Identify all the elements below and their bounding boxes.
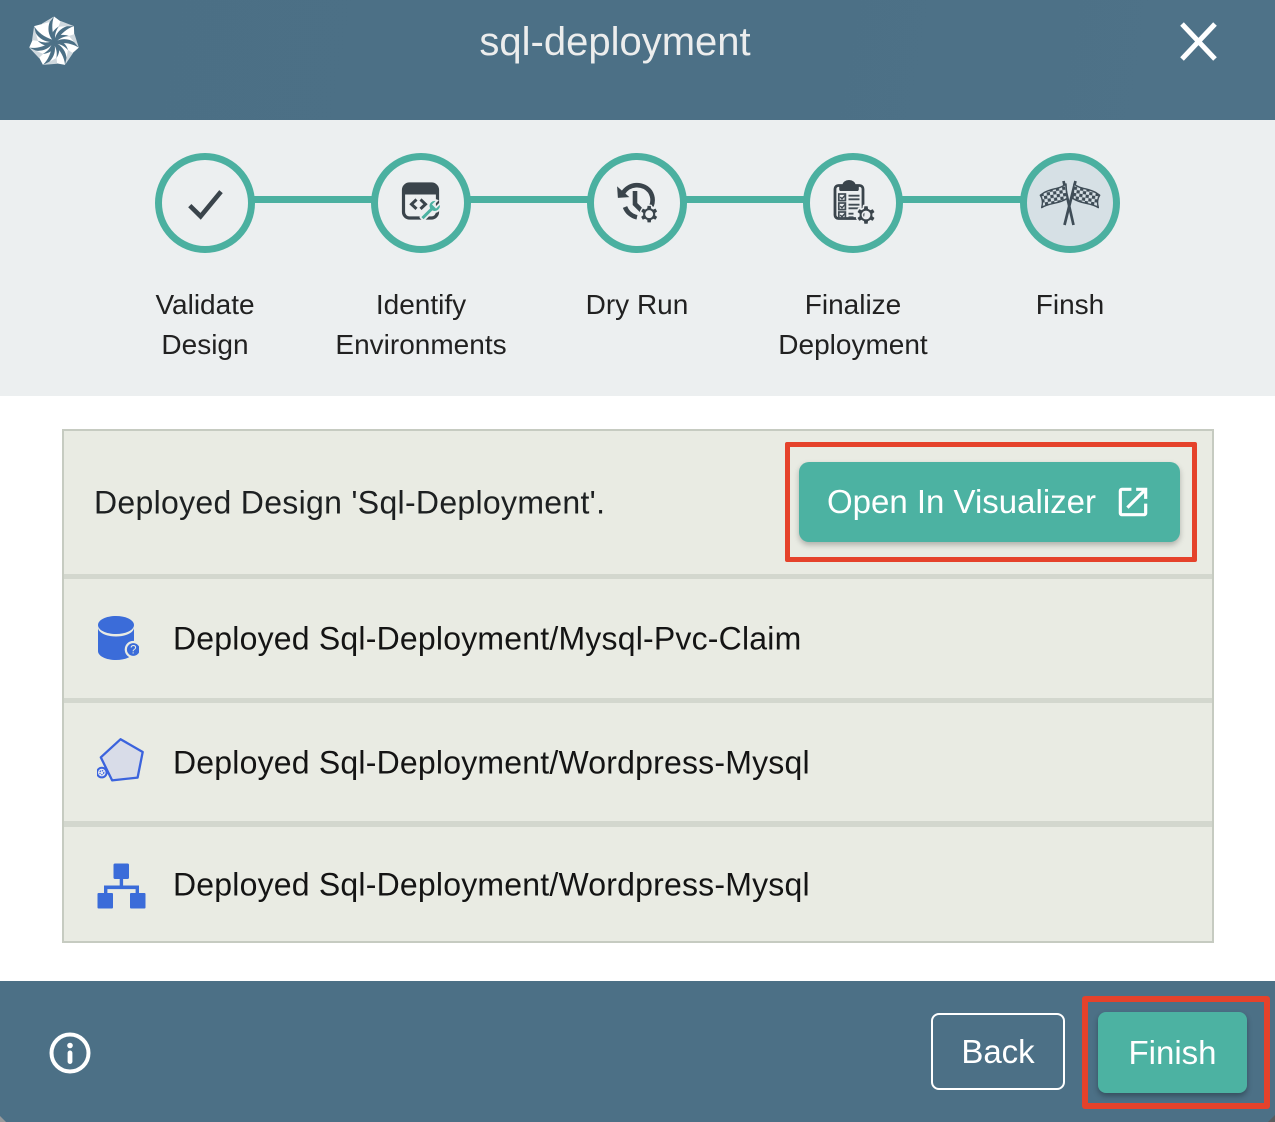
svg-text:?: ?	[130, 645, 136, 657]
